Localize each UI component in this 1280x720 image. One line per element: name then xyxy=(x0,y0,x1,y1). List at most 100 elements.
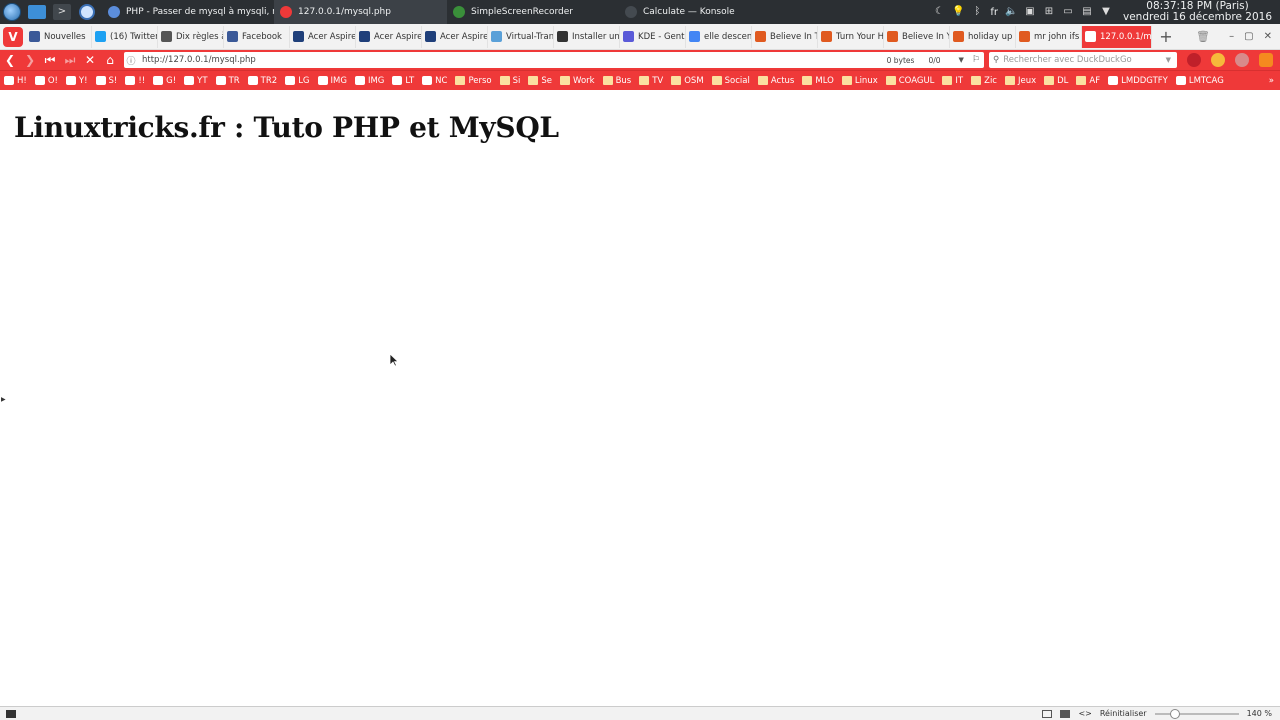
zoom-slider[interactable] xyxy=(1154,708,1239,719)
bookmark-folder[interactable]: Linux xyxy=(838,71,882,90)
bookmark-icon[interactable]: ⚐ xyxy=(972,55,980,65)
tray-expand-icon[interactable]: ▼ xyxy=(1100,6,1112,18)
new-tab-button[interactable]: + xyxy=(1156,27,1176,47)
kde-launcher-button[interactable] xyxy=(1,1,23,23)
terminal-button[interactable]: > xyxy=(51,1,73,23)
rss-icon[interactable] xyxy=(1259,53,1273,67)
tab[interactable]: Installer un xyxy=(554,25,620,48)
volume-icon[interactable]: 🔈 xyxy=(1005,6,1017,18)
home-button[interactable]: ⌂ xyxy=(100,50,120,70)
close-icon[interactable]: ✕ xyxy=(1264,31,1272,42)
tab[interactable]: Dix règles à xyxy=(158,25,224,48)
minimize-icon[interactable]: – xyxy=(1229,31,1234,42)
bookmark-item[interactable]: LG xyxy=(281,71,313,90)
clock[interactable]: 08:37:18 PM (Paris) vendredi 16 décembre… xyxy=(1123,1,1272,23)
site-info-icon[interactable]: ⓘ xyxy=(124,54,138,67)
file-manager-button[interactable] xyxy=(26,1,48,23)
bookmark-folder[interactable]: Actus xyxy=(754,71,799,90)
bookmark-item[interactable]: LMDDGTFY xyxy=(1104,71,1172,90)
fast-forward-button[interactable]: ⏭ xyxy=(60,50,80,70)
stop-button[interactable]: ✕ xyxy=(80,50,100,70)
search-field[interactable]: ⚲ Rechercher avec DuckDuckGo ▼ xyxy=(989,52,1177,68)
bookmarks-overflow-icon[interactable]: » xyxy=(1269,76,1280,86)
bookmark-folder[interactable]: Work xyxy=(556,71,599,90)
code-icon[interactable]: <> xyxy=(1078,709,1091,718)
bookmark-folder[interactable]: IT xyxy=(938,71,967,90)
history-dropdown-icon[interactable]: ▼ xyxy=(959,56,964,64)
notes-icon[interactable]: ▤ xyxy=(1081,6,1093,18)
url-field[interactable]: ⓘ http://127.0.0.1/mysql.php 0 bytes 0/0… xyxy=(124,52,984,68)
bookmark-item[interactable]: YT xyxy=(180,71,211,90)
back-button[interactable]: ❮ xyxy=(0,50,20,70)
tab[interactable]: Acer Aspire xyxy=(356,25,422,48)
forward-button[interactable]: ❯ xyxy=(20,50,40,70)
bookmark-item[interactable]: S! xyxy=(92,71,122,90)
tab[interactable]: Turn Your H xyxy=(818,25,884,48)
bookmark-folder[interactable]: Se xyxy=(524,71,556,90)
side-panel-toggle-icon[interactable]: ▶ xyxy=(1,396,6,403)
tab[interactable]: elle descen xyxy=(686,25,752,48)
bookmark-folder[interactable]: AF xyxy=(1072,71,1104,90)
bookmark-folder[interactable]: Jeux xyxy=(1001,71,1040,90)
bookmark-folder[interactable]: Social xyxy=(708,71,754,90)
emoji-extension-icon[interactable] xyxy=(1211,53,1225,67)
browser-launcher-button[interactable] xyxy=(76,1,98,23)
zoom-slider-handle[interactable] xyxy=(1169,708,1180,719)
bookmark-item[interactable]: H! xyxy=(0,71,31,90)
tile-icon[interactable] xyxy=(1042,709,1053,718)
images-icon[interactable] xyxy=(1060,709,1071,718)
tab[interactable]: (16) Twitter xyxy=(92,25,158,48)
bookmark-folder[interactable]: Bus xyxy=(599,71,636,90)
trash-icon[interactable]: 🗑 xyxy=(1196,30,1210,43)
tab[interactable]: Acer Aspire xyxy=(290,25,356,48)
taskbar-task[interactable]: 127.0.0.1/mysql.php xyxy=(274,0,447,24)
tab[interactable]: Virtual-Tran xyxy=(488,25,554,48)
clipboard-icon[interactable]: ▣ xyxy=(1024,6,1036,18)
tab[interactable]: Believe In T xyxy=(752,25,818,48)
bookmark-item[interactable]: Y! xyxy=(62,71,92,90)
panel-toggle-icon[interactable] xyxy=(6,709,16,718)
bookmark-item[interactable]: NC xyxy=(418,71,451,90)
tab[interactable]: Acer Aspire xyxy=(422,25,488,48)
bookmark-item[interactable]: TR2 xyxy=(244,71,282,90)
tab[interactable]: KDE - Gent xyxy=(620,25,686,48)
weather-icon[interactable]: ☾ xyxy=(933,6,945,18)
bookmark-item[interactable]: O! xyxy=(31,71,62,90)
taskbar-task[interactable]: SimpleScreenRecorder xyxy=(447,0,619,24)
bookmark-folder[interactable]: Perso xyxy=(451,71,495,90)
battery-icon[interactable]: ▭ xyxy=(1062,6,1074,18)
tab[interactable]: mr john ifs i xyxy=(1016,25,1082,48)
tab[interactable]: holiday up i xyxy=(950,25,1016,48)
bookmark-folder[interactable]: DL xyxy=(1040,71,1072,90)
bluetooth-icon[interactable]: ᛒ xyxy=(971,6,983,18)
bookmark-item[interactable]: LMTCAG xyxy=(1172,71,1228,90)
reset-zoom-button[interactable]: Réinitialiser xyxy=(1100,709,1147,718)
vivaldi-menu-button[interactable]: V xyxy=(3,26,23,47)
tab[interactable]: Nouvelles xyxy=(26,25,92,48)
url-text[interactable]: http://127.0.0.1/mysql.php xyxy=(142,55,887,65)
taskbar-task[interactable]: PHP - Passer de mysql à mysqli, req... xyxy=(102,0,274,24)
bookmark-item[interactable]: IMG xyxy=(351,71,388,90)
bookmark-item[interactable]: G! xyxy=(149,71,180,90)
network-icon[interactable]: ⊞ xyxy=(1043,6,1055,18)
bookmark-folder[interactable]: Zic xyxy=(967,71,1001,90)
ublock-extension-icon[interactable] xyxy=(1187,53,1201,67)
bookmark-folder[interactable]: OSM xyxy=(667,71,707,90)
lightbulb-icon[interactable]: 💡 xyxy=(952,6,964,18)
bookmark-item[interactable]: TR xyxy=(212,71,244,90)
tab-active[interactable]: 127.0.0.1/m xyxy=(1082,25,1152,48)
maximize-icon[interactable]: ▢ xyxy=(1244,31,1253,42)
bookmark-folder[interactable]: MLO xyxy=(798,71,837,90)
bookmark-item[interactable]: !! xyxy=(121,71,149,90)
bookmark-folder[interactable]: Si xyxy=(496,71,525,90)
rewind-button[interactable]: ⏮ xyxy=(40,50,60,70)
bookmark-folder[interactable]: TV xyxy=(635,71,667,90)
bookmark-item[interactable]: LT xyxy=(388,71,418,90)
taskbar-task[interactable]: Calculate — Konsole xyxy=(619,0,759,24)
bookmark-folder[interactable]: COAGUL xyxy=(882,71,939,90)
search-engine-dropdown-icon[interactable]: ▼ xyxy=(1166,56,1177,64)
keyboard-layout-indicator[interactable]: fr xyxy=(990,7,998,18)
tab[interactable]: Facebook xyxy=(224,25,290,48)
translate-extension-icon[interactable] xyxy=(1235,53,1249,67)
bookmark-item[interactable]: IMG xyxy=(314,71,351,90)
